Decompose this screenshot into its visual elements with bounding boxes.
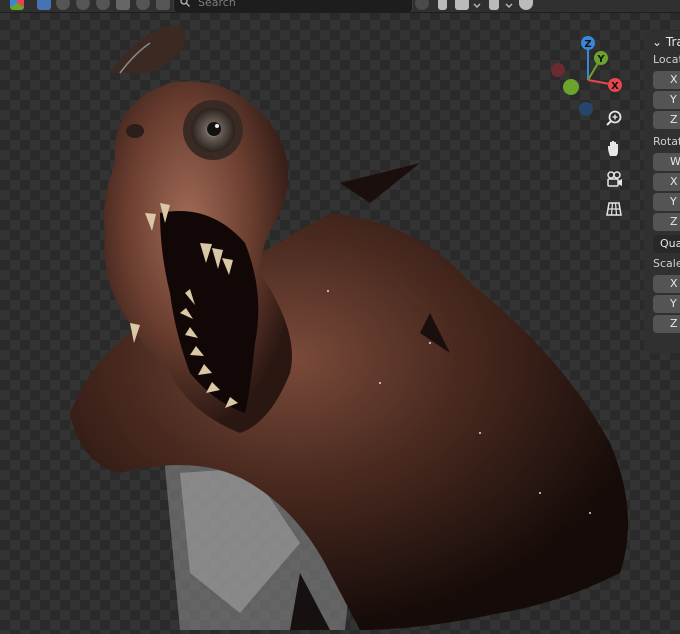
location-y-field[interactable]: Y <box>653 91 680 109</box>
transform-panel: ⌄ Tra Locat X Y Z Rotat W X Y Z Qua Scal… <box>644 31 680 353</box>
scale-label: Scale <box>653 257 680 270</box>
gizmo-neg-y[interactable] <box>563 79 579 95</box>
rotation-w-label: W <box>670 155 680 168</box>
gizmo-y[interactable]: Y <box>594 51 608 65</box>
rotation-z-field[interactable]: Z <box>653 213 680 231</box>
rotation-mode-value: Qua <box>660 237 680 250</box>
header-bar: Search <box>0 0 680 13</box>
ortho-grid-button[interactable] <box>600 196 628 222</box>
location-x-label: X <box>670 73 678 86</box>
modifier-icon[interactable] <box>415 0 429 10</box>
rotation-y-label: Y <box>670 195 677 208</box>
rotation-w-field[interactable]: W <box>653 153 680 171</box>
chevron-down-icon-2[interactable] <box>505 0 513 10</box>
scale-z-field[interactable]: Z <box>653 315 680 333</box>
camera-view-button[interactable] <box>600 166 628 192</box>
rotation-x-label: X <box>670 175 678 188</box>
hand-pan-icon <box>608 141 618 156</box>
location-label: Locat <box>653 53 680 66</box>
location-y-label: Y <box>670 93 677 106</box>
search-input[interactable]: Search <box>198 0 236 10</box>
shield-icon[interactable] <box>519 0 533 10</box>
svg-text:X: X <box>611 81 619 92</box>
scale-z-label: Z <box>670 317 678 330</box>
layout-icon[interactable] <box>455 0 469 10</box>
pan-button[interactable] <box>600 135 628 161</box>
rotation-x-field[interactable]: X <box>653 173 680 191</box>
search-icon <box>180 0 190 7</box>
bookmark-icon[interactable] <box>438 0 447 10</box>
gizmo-neg-x[interactable] <box>551 63 565 77</box>
chevron-down-icon: ⌄ <box>652 35 663 49</box>
location-x-field[interactable]: X <box>653 71 680 89</box>
scale-y-label: Y <box>670 297 677 310</box>
location-z-label: Z <box>670 113 678 126</box>
grid-icon <box>606 202 622 216</box>
rotation-y-field[interactable]: Y <box>653 193 680 211</box>
transform-header[interactable]: ⌄ Tra <box>652 35 680 49</box>
zoom-icon <box>606 110 622 126</box>
pin-icon[interactable] <box>489 0 499 10</box>
panel-title: Tra <box>665 35 680 49</box>
gizmo-neg-z[interactable] <box>579 102 593 116</box>
rotation-z-label: Z <box>670 215 678 228</box>
object-mode-icon[interactable] <box>37 0 51 10</box>
scale-y-field[interactable]: Y <box>653 295 680 313</box>
viewport-3d[interactable]: Z Y X ⌄ Tr Locat X Y Z Rotat W X Y Z Qua… <box>0 13 680 630</box>
constraint-icon[interactable] <box>76 0 90 10</box>
chevron-down-icon[interactable] <box>473 0 481 10</box>
blender-logo-icon[interactable] <box>10 0 24 10</box>
zoom-button[interactable] <box>600 105 628 131</box>
camera-icon <box>607 171 622 187</box>
shading-icon[interactable] <box>56 0 70 10</box>
scene-icon[interactable] <box>116 0 130 10</box>
search-field[interactable]: Search <box>173 0 413 12</box>
render-icon[interactable] <box>96 0 110 10</box>
rotation-mode-dropdown[interactable]: Qua <box>653 235 680 253</box>
location-z-field[interactable]: Z <box>653 111 680 129</box>
svg-text:Z: Z <box>584 39 591 50</box>
gizmo-x[interactable]: X <box>608 78 622 92</box>
scale-x-label: X <box>670 277 678 290</box>
svg-text:Y: Y <box>596 54 605 65</box>
rotation-label: Rotat <box>653 135 680 148</box>
scale-x-field[interactable]: X <box>653 275 680 293</box>
sculpt-icon[interactable] <box>156 0 170 10</box>
world-icon[interactable] <box>136 0 150 10</box>
gizmo-z[interactable]: Z <box>581 36 595 50</box>
